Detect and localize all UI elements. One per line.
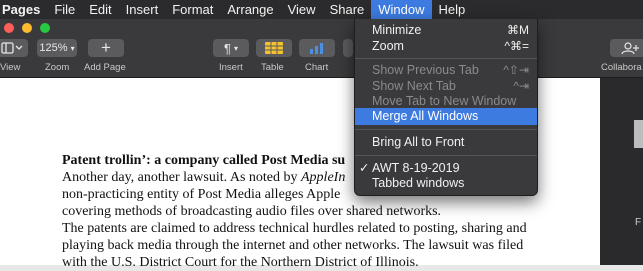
close-window-button[interactable]: [4, 23, 14, 33]
minimize-window-button[interactable]: [22, 23, 32, 33]
menu-insert[interactable]: Insert: [119, 0, 166, 19]
menu-item-label: Show Next Tab: [372, 79, 456, 93]
format-sidebar: F: [600, 78, 643, 265]
text-button[interactable]: [343, 39, 353, 57]
menu-item-merge-all-windows[interactable]: Merge All Windows: [355, 108, 537, 125]
menu-item-bring-all-to-front[interactable]: Bring All to Front: [355, 134, 537, 151]
shortcut-label: ⌘M: [507, 23, 529, 37]
menu-view[interactable]: View: [281, 0, 323, 19]
paragraph-line: The patents are claimed to address techn…: [62, 221, 527, 236]
menu-item-label: Zoom: [372, 39, 404, 53]
shortcut-label: ^⇧⇥: [503, 63, 529, 77]
chevron-down-icon: ▾: [70, 43, 75, 53]
add-person-icon: [621, 42, 639, 54]
chevron-down-icon: ▾: [233, 43, 238, 53]
view-button[interactable]: [0, 39, 28, 57]
menu-file[interactable]: File: [47, 0, 82, 19]
zoom-value: 125%: [39, 42, 68, 54]
menu-item-label: Minimize: [372, 23, 422, 37]
menu-format[interactable]: Format: [165, 0, 220, 19]
toolbar: View 125% ▾ Zoom + Add Page ¶ ▾ Insert T…: [0, 19, 643, 78]
menu-item-label: Merge All Windows: [372, 109, 479, 123]
pilcrow-icon: ¶: [224, 40, 231, 56]
menu-help[interactable]: Help: [432, 0, 473, 19]
collaborate-button[interactable]: [610, 39, 643, 57]
insert-label: Insert: [219, 62, 243, 73]
menu-separator: [355, 155, 537, 156]
menu-item-label: AWT 8-19-2019: [372, 161, 460, 175]
menu-bar: Pages File Edit Insert Format Arrange Vi…: [0, 0, 643, 19]
plus-icon: +: [101, 38, 111, 57]
menu-window[interactable]: Window: [371, 0, 432, 19]
menu-share[interactable]: Share: [323, 0, 372, 19]
table-icon: [265, 42, 283, 54]
add-page-label: Add Page: [84, 62, 126, 73]
chart-label: Chart: [305, 62, 329, 73]
menu-item-zoom[interactable]: Zoom ^⌘=: [355, 38, 537, 55]
shortcut-label: ^⌘=: [504, 39, 529, 53]
menu-item-document-tabbed[interactable]: Tabbed windows: [355, 175, 537, 192]
zoom-label: Zoom: [45, 62, 70, 73]
window-menu-dropdown: Minimize ⌘M Zoom ^⌘= Show Previous Tab ^…: [354, 19, 538, 196]
menu-separator: [355, 129, 537, 130]
fullscreen-window-button[interactable]: [40, 23, 50, 33]
paragraph-line: playing back media through the internet …: [62, 238, 524, 253]
menu-item-minimize[interactable]: Minimize ⌘M: [355, 22, 537, 39]
sidebar-tab[interactable]: [634, 120, 643, 148]
paragraph-line: with the U.S. District Court for the Nor…: [62, 255, 419, 270]
menu-item-label: Move Tab to New Window: [372, 94, 517, 108]
menu-app-pages[interactable]: Pages: [0, 0, 47, 19]
menu-item-label: Show Previous Tab: [372, 63, 479, 77]
menu-edit[interactable]: Edit: [82, 0, 118, 19]
view-label: View: [0, 62, 21, 73]
menu-item-label: Tabbed windows: [372, 176, 465, 190]
menu-arrange[interactable]: Arrange: [220, 0, 280, 19]
sidebar-layout-icon: [1, 42, 23, 54]
table-label: Table: [261, 62, 284, 73]
collaborate-label: Collabora: [601, 62, 642, 73]
chart-button[interactable]: [299, 39, 335, 57]
insert-button[interactable]: ¶ ▾: [213, 39, 249, 57]
zoom-select[interactable]: 125% ▾: [37, 39, 77, 57]
menu-separator: [355, 58, 537, 59]
paragraph-line: covering methods of broadcasting audio f…: [62, 204, 442, 219]
menu-item-show-previous-tab: Show Previous Tab ^⇧⇥: [355, 62, 537, 79]
add-page-button[interactable]: +: [88, 38, 124, 57]
menu-item-label: Bring All to Front: [372, 135, 465, 149]
bar-chart-icon: [310, 43, 323, 54]
table-button[interactable]: [256, 39, 292, 57]
sidebar-label: F: [635, 217, 642, 228]
